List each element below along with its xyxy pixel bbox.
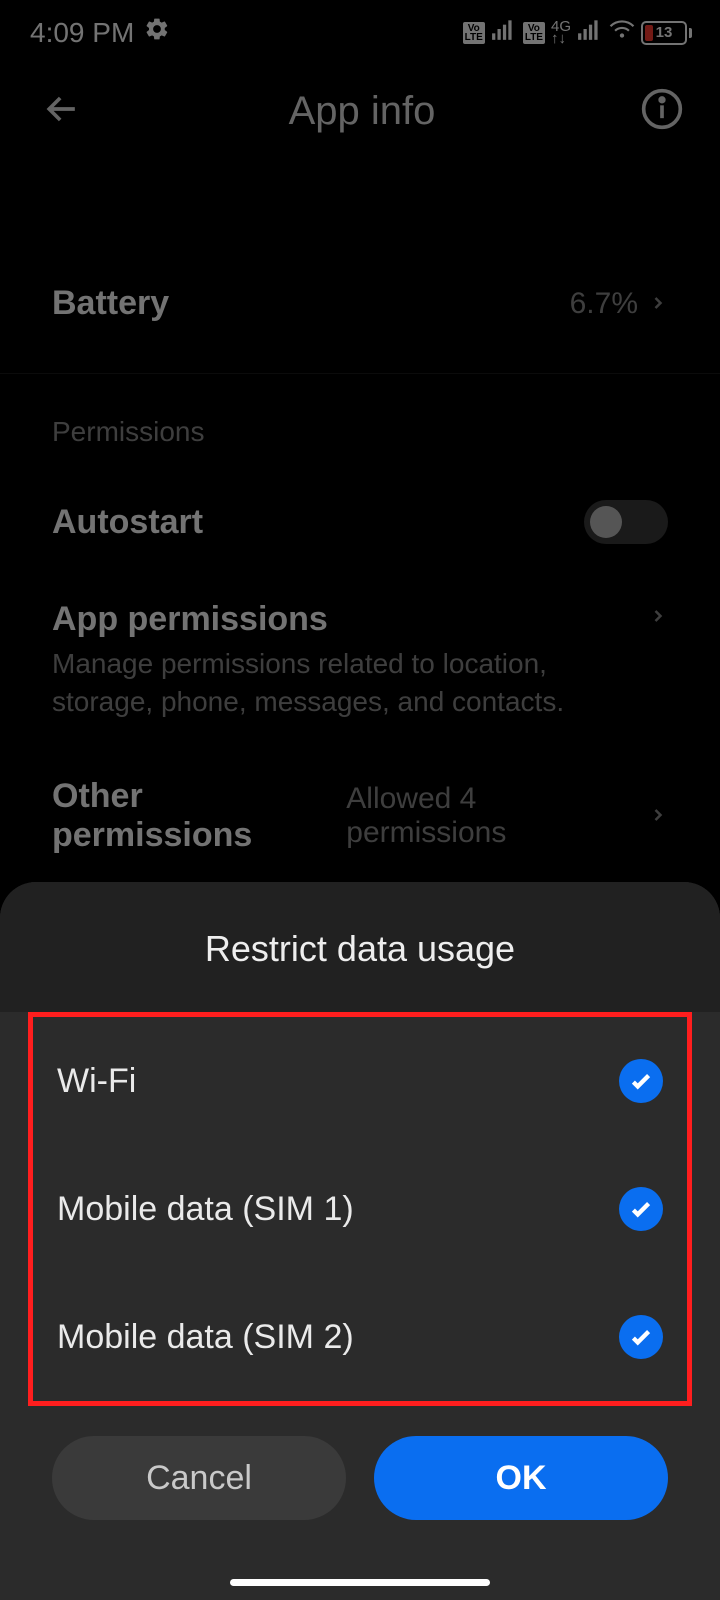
ok-button[interactable]: OK [374, 1436, 668, 1520]
screen: 4:09 PM VoLTE VoLTE 4G↑↓ [0, 0, 720, 1600]
option-label: Mobile data (SIM 2) [57, 1318, 354, 1357]
dialog-title: Restrict data usage [0, 882, 720, 1012]
check-icon [619, 1059, 663, 1103]
options-highlight-box: Wi-Fi Mobile data (SIM 1) Mobile data (S… [28, 1012, 692, 1406]
check-icon [619, 1315, 663, 1359]
restrict-data-dialog: Restrict data usage Wi-Fi Mobile data (S… [0, 882, 720, 1600]
option-sim1[interactable]: Mobile data (SIM 1) [33, 1145, 687, 1273]
home-indicator[interactable] [230, 1579, 490, 1586]
option-label: Wi-Fi [57, 1062, 136, 1101]
check-icon [619, 1187, 663, 1231]
option-label: Mobile data (SIM 1) [57, 1190, 354, 1229]
option-sim2[interactable]: Mobile data (SIM 2) [33, 1273, 687, 1401]
dialog-buttons: Cancel OK [0, 1406, 720, 1520]
option-wifi[interactable]: Wi-Fi [33, 1017, 687, 1145]
cancel-button[interactable]: Cancel [52, 1436, 346, 1520]
